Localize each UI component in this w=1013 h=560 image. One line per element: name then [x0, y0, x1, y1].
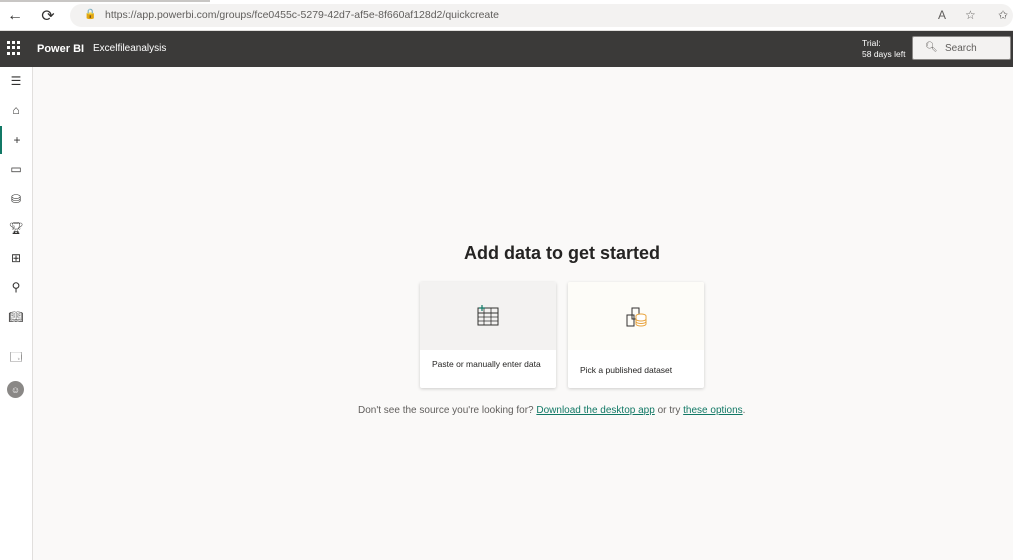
app-header: Power BI Excelfileanalysis Trial: 58 day… [0, 31, 1013, 67]
tab-strip-edge [0, 0, 210, 2]
read-aloud-icon[interactable]: A [938, 8, 946, 22]
lock-icon: 🔒 [84, 9, 97, 20]
trial-days-left: 58 days left [862, 49, 906, 59]
menu-icon[interactable]: ☰ [0, 67, 32, 95]
browser-toolbar: ← ⟳ 🔒 https://app.powerbi.com/groups/fce… [0, 0, 1013, 31]
favorite-icon[interactable]: ☆ [965, 8, 976, 22]
address-bar[interactable]: 🔒 https://app.powerbi.com/groups/fce0455… [70, 4, 1013, 27]
favorites-bar-icon[interactable]: ✩ [998, 8, 1008, 22]
search-input[interactable]: 🔍︎ Search [912, 36, 1011, 60]
paste-data-card[interactable]: Paste or manually enter data [420, 282, 556, 388]
search-placeholder: Search [945, 43, 977, 54]
workspace-name[interactable]: Excelfileanalysis [93, 43, 166, 54]
brand-name[interactable]: Power BI [37, 43, 84, 55]
back-arrow-icon[interactable]: ← [4, 5, 26, 27]
metrics-icon[interactable]: ⚲ [0, 273, 32, 301]
help-note: Don't see the source you're looking for?… [358, 405, 745, 416]
these-options-link[interactable]: these options [683, 405, 743, 416]
trial-label: Trial: [862, 38, 881, 48]
workspaces-icon[interactable]: 🗔︎ [0, 344, 32, 372]
url-text[interactable]: https://app.powerbi.com/groups/fce0455c-… [105, 9, 499, 21]
page-title: Add data to get started [463, 243, 660, 263]
published-dataset-label: Pick a published dataset [580, 365, 673, 375]
table-icon [420, 282, 556, 350]
search-icon: 🔍︎ [925, 42, 938, 53]
learn-icon[interactable]: 📖︎ [0, 303, 32, 331]
browse-icon[interactable]: ▭ [0, 155, 32, 183]
reload-icon[interactable]: ⟳ [37, 5, 59, 27]
create-icon[interactable]: + [0, 126, 32, 154]
published-dataset-card[interactable]: Pick a published dataset [568, 282, 704, 388]
paste-data-label: Paste or manually enter data [432, 359, 541, 369]
avatar[interactable]: ☺ [7, 381, 24, 398]
goals-icon[interactable]: 🏆︎ [0, 214, 32, 242]
data-hub-icon[interactable]: ⛁ [0, 185, 32, 213]
help-note-suffix: . [742, 405, 746, 416]
help-note-mid: or try [657, 405, 681, 416]
dataset-icon [568, 282, 704, 350]
home-icon[interactable]: ⌂ [0, 96, 32, 124]
app-launcher-icon[interactable] [6, 40, 22, 56]
download-desktop-link[interactable]: Download the desktop app [536, 405, 654, 416]
trial-status: Trial: 58 days left [862, 38, 905, 60]
help-note-prefix: Don't see the source you're looking for? [358, 405, 534, 416]
left-nav: ☰ ⌂ + ▭ ⛁ 🏆︎ ⊞ ⚲ 📖︎ 🗔︎ ☺ [0, 67, 33, 560]
